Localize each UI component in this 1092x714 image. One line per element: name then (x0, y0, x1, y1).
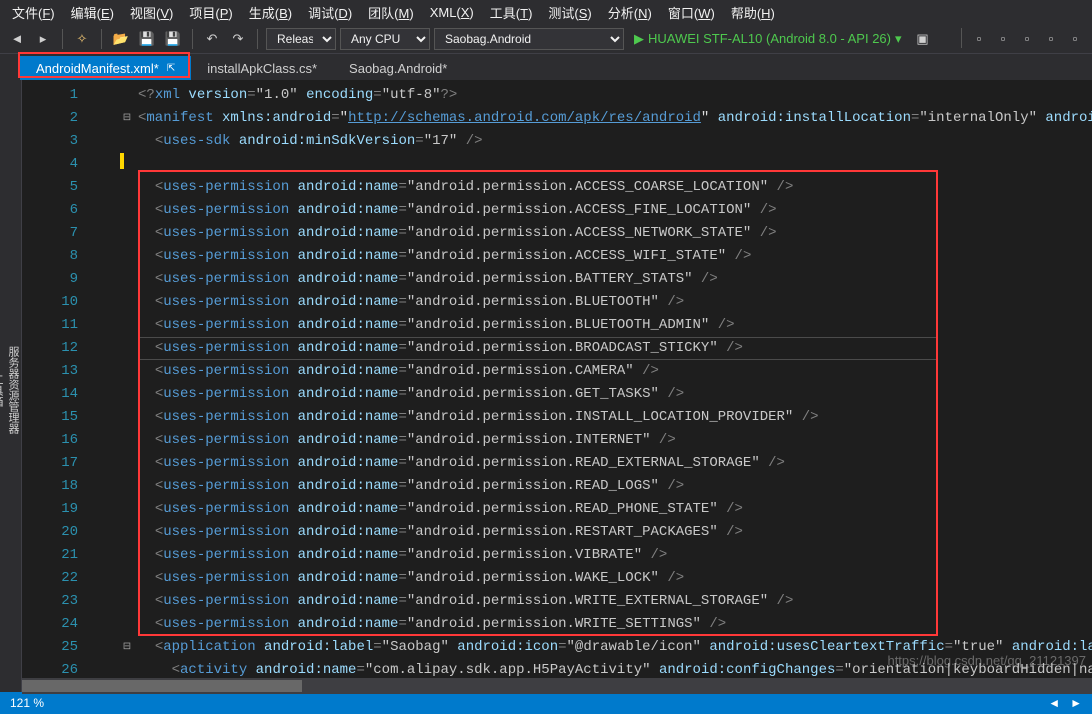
code-line[interactable]: <uses-permission android:name="android.p… (138, 498, 1092, 521)
menu-item[interactable]: 编辑(E) (63, 1, 122, 24)
project-select[interactable]: Saobag.Android (434, 28, 624, 50)
code-line[interactable]: <uses-permission android:name="android.p… (138, 475, 1092, 498)
pin-icon[interactable]: ⇱ (167, 63, 175, 74)
toolbar: ◄ ▸ ✧ 📂 💾 💾 ↶ ↷ Release Any CPU Saobag.A… (0, 24, 1092, 54)
document-tab[interactable]: AndroidManifest.xml*⇱ (20, 56, 191, 80)
document-tabs: AndroidManifest.xml*⇱installApkClass.cs*… (0, 54, 1092, 80)
separator (961, 28, 962, 48)
code-line[interactable]: <uses-permission android:name="android.p… (138, 314, 1092, 337)
config-select[interactable]: Release (266, 28, 336, 50)
extension-icon[interactable]: ▫ (992, 28, 1014, 50)
code-editor[interactable]: 1234567891011121314151617181920212223242… (22, 80, 1092, 692)
code-line[interactable] (138, 153, 1092, 176)
menu-item[interactable]: 项目(P) (181, 1, 240, 24)
sidebar-item-server-explorer[interactable]: 服务器资源管理器 (5, 346, 21, 434)
document-tab[interactable]: installApkClass.cs* (191, 56, 333, 80)
menu-item[interactable]: 文件(F) (4, 1, 63, 24)
code-line[interactable]: <uses-permission android:name="android.p… (138, 590, 1092, 613)
open-icon[interactable]: 📂 (110, 28, 132, 50)
code-line[interactable]: <uses-permission android:name="android.p… (138, 291, 1092, 314)
menu-item[interactable]: XML(X) (422, 3, 482, 22)
separator (192, 29, 193, 49)
fold-gutter[interactable]: ⊟⊟ (120, 80, 134, 682)
line-number-gutter: 1234567891011121314151617181920212223242… (22, 80, 96, 682)
code-line[interactable]: <uses-permission android:name="android.p… (138, 199, 1092, 222)
zoom-level[interactable]: 121 % (10, 696, 44, 710)
code-line[interactable]: <uses-permission android:name="android.p… (138, 544, 1092, 567)
code-line[interactable]: <uses-permission android:name="android.p… (138, 452, 1092, 475)
document-tab[interactable]: Saobag.Android* (333, 56, 463, 80)
extension-icon[interactable]: ▫ (1016, 28, 1038, 50)
save-all-icon[interactable]: 💾 (162, 28, 184, 50)
nav-back-icon[interactable]: ◄ (6, 28, 28, 50)
separator (62, 29, 63, 49)
code-content[interactable]: <?xml version="1.0" encoding="utf-8"?><m… (138, 84, 1092, 682)
menu-item[interactable]: 帮助(H) (723, 1, 783, 24)
undo-icon[interactable]: ↶ (201, 28, 223, 50)
menu-item[interactable]: 工具(T) (482, 1, 541, 24)
scroll-arrows[interactable]: ◄ ► (1048, 696, 1082, 710)
platform-select[interactable]: Any CPU (340, 28, 430, 50)
extension-icon[interactable]: ▫ (1040, 28, 1062, 50)
code-line[interactable]: <uses-permission android:name="android.p… (138, 176, 1092, 199)
code-line[interactable]: <uses-permission android:name="android.p… (138, 429, 1092, 452)
code-line[interactable]: <uses-permission android:name="android.p… (138, 268, 1092, 291)
status-bar: 121 % ◄ ► (0, 692, 1092, 714)
code-line[interactable]: <uses-permission android:name="android.p… (138, 222, 1092, 245)
scrollbar-thumb[interactable] (22, 680, 302, 692)
save-icon[interactable]: 💾 (136, 28, 158, 50)
device-icon[interactable]: ▣ (912, 28, 934, 50)
separator (257, 29, 258, 49)
separator (101, 29, 102, 49)
extension-icon[interactable]: ▫ (968, 28, 990, 50)
nav-fwd-icon[interactable]: ▸ (32, 28, 54, 50)
code-line[interactable]: <?xml version="1.0" encoding="utf-8"?> (138, 84, 1092, 107)
menu-bar: 文件(F)编辑(E)视图(V)项目(P)生成(B)调试(D)团队(M)XML(X… (0, 0, 1092, 24)
code-line[interactable]: <uses-permission android:name="android.p… (138, 245, 1092, 268)
sidebar-item-toolbox[interactable]: 工具箱 (0, 374, 5, 407)
menu-item[interactable]: 窗口(W) (660, 1, 723, 24)
new-file-icon[interactable]: ✧ (71, 28, 93, 50)
code-line[interactable]: <uses-sdk android:minSdkVersion="17" /> (138, 130, 1092, 153)
debug-target-label: HUAWEI STF-AL10 (Android 8.0 - API 26) (648, 31, 891, 46)
menu-item[interactable]: 测试(S) (540, 1, 599, 24)
code-line[interactable]: <uses-permission android:name="android.p… (138, 406, 1092, 429)
side-panel: 服务器资源管理器 工具箱 (0, 80, 22, 692)
extension-icon[interactable]: ▫ (1064, 28, 1086, 50)
menu-item[interactable]: 团队(M) (360, 1, 422, 24)
code-line[interactable]: <uses-permission android:name="android.p… (138, 613, 1092, 636)
code-line[interactable]: <uses-permission android:name="android.p… (138, 337, 1092, 360)
code-line[interactable]: <uses-permission android:name="android.p… (138, 360, 1092, 383)
menu-item[interactable]: 视图(V) (122, 1, 181, 24)
code-line[interactable]: <uses-permission android:name="android.p… (138, 567, 1092, 590)
caret-indicator (120, 153, 124, 169)
code-line[interactable]: <uses-permission android:name="android.p… (138, 521, 1092, 544)
code-line[interactable]: <manifest xmlns:android="http://schemas.… (138, 107, 1092, 130)
menu-item[interactable]: 调试(D) (300, 1, 360, 24)
code-line[interactable]: <uses-permission android:name="android.p… (138, 383, 1092, 406)
redo-icon[interactable]: ↷ (227, 28, 249, 50)
start-debug-button[interactable]: ▶ HUAWEI STF-AL10 (Android 8.0 - API 26)… (628, 31, 908, 47)
menu-item[interactable]: 生成(B) (241, 1, 300, 24)
menu-item[interactable]: 分析(N) (600, 1, 660, 24)
watermark-text: https://blog.csdn.net/qq_21121397 (887, 653, 1086, 668)
horizontal-scrollbar[interactable] (22, 678, 1092, 694)
